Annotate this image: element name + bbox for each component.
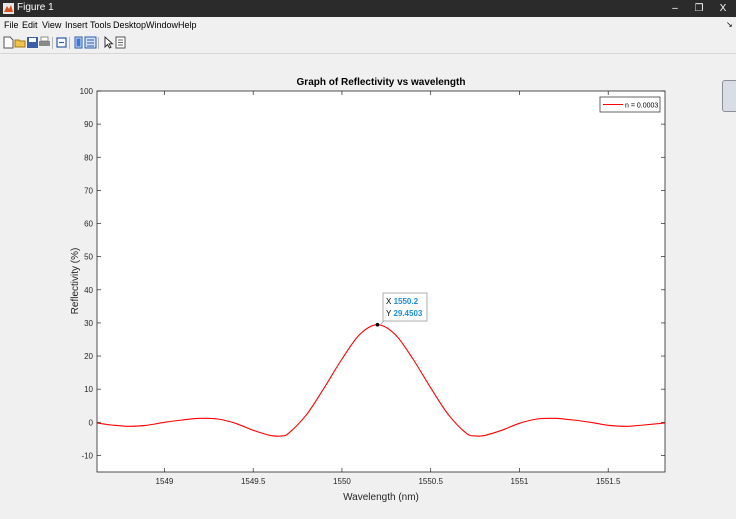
y-tick-label: 30 bbox=[84, 319, 93, 328]
x-tick-label: 1551 bbox=[511, 477, 529, 486]
legend[interactable]: n = 0.0003 bbox=[599, 96, 661, 113]
y-tick-label: 100 bbox=[80, 87, 94, 96]
y-tick-label: 70 bbox=[84, 186, 93, 195]
y-tick-label: 40 bbox=[84, 286, 93, 295]
svg-text:X 1550.2: X 1550.2 bbox=[386, 297, 419, 306]
x-tick-label: 1550 bbox=[333, 477, 351, 486]
y-tick-label: 80 bbox=[84, 153, 93, 162]
datatip-y-value: 29.4503 bbox=[393, 309, 422, 318]
legend-entry-label: n = 0.0003 bbox=[625, 103, 658, 110]
x-tick-label: 1549 bbox=[156, 477, 174, 486]
x-tick-label: 1550.5 bbox=[418, 477, 443, 486]
datatip-x-value: 1550.2 bbox=[394, 297, 419, 306]
plot-area bbox=[96, 90, 666, 473]
datatip-x-label: X bbox=[386, 297, 392, 306]
y-tick-label: 60 bbox=[84, 220, 93, 229]
y-tick-label: 0 bbox=[89, 418, 94, 427]
chart-title: Graph of Reflectivity vs wavelength bbox=[297, 77, 466, 88]
y-tick-label: -10 bbox=[81, 451, 93, 460]
x-axis-label: Wavelength (nm) bbox=[343, 492, 419, 503]
x-tick-label: 1549.5 bbox=[241, 477, 266, 486]
chart-figure: -10 0 10 20 30 40 50 60 70 80 90 100 1549 1549.5 1550… bbox=[70, 77, 666, 503]
x-tick-label: 1551.5 bbox=[596, 477, 621, 486]
y-tick-label: 20 bbox=[84, 352, 93, 361]
y-tick-label: 50 bbox=[84, 253, 93, 262]
y-tick-label: 90 bbox=[84, 120, 93, 129]
datatip-y-label: Y bbox=[386, 309, 392, 318]
svg-text:Y 29.4503: Y 29.4503 bbox=[386, 309, 423, 318]
y-tick-label: 10 bbox=[84, 385, 93, 394]
y-axis-label: Reflectivity (%) bbox=[70, 248, 81, 315]
datatip-marker bbox=[375, 322, 380, 327]
